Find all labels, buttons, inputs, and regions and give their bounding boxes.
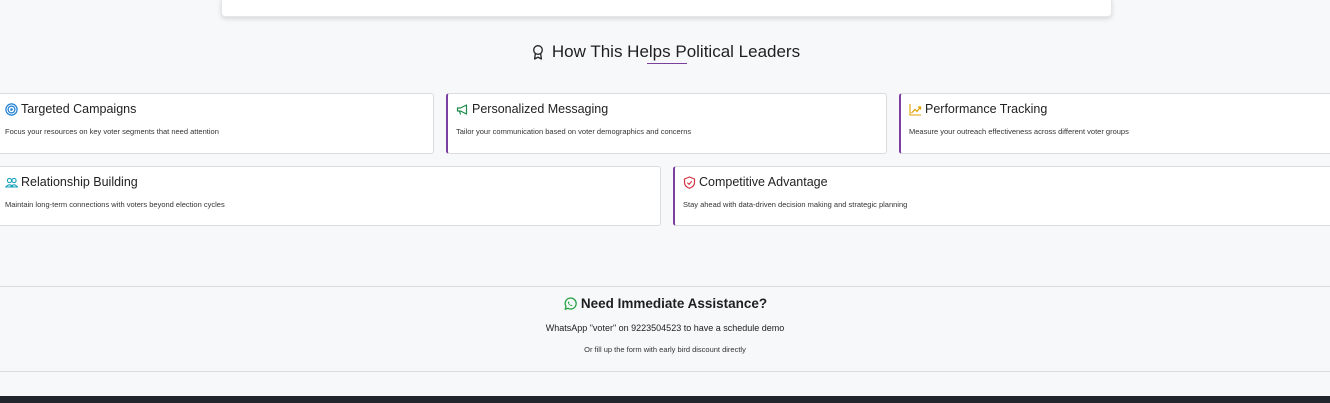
benefit-card-relationship-building: Relationship Building Maintain long-term… — [0, 166, 661, 226]
footer-bar — [0, 396, 1330, 403]
benefit-card-performance-tracking: Performance Tracking Measure your outrea… — [899, 93, 1330, 154]
assistance-title: Need Immediate Assistance? — [580, 296, 768, 311]
assistance-whatsapp-text: WhatsApp "voter" on 9223504523 to have a… — [545, 323, 785, 333]
card-title: Performance Tracking — [925, 102, 1048, 116]
title-underline — [647, 63, 687, 64]
benefit-card-competitive-advantage: Competitive Advantage Stay ahead with da… — [673, 166, 1330, 226]
card-description: Measure your outreach effectiveness acro… — [909, 127, 1129, 136]
previous-content-card — [221, 0, 1112, 17]
shield-icon — [683, 175, 696, 189]
trending-up-icon — [909, 103, 922, 116]
card-title: Personalized Messaging — [472, 102, 609, 116]
card-description: Tailor your communication based on voter… — [456, 127, 692, 136]
users-icon — [4, 176, 19, 189]
benefit-card-personalized-messaging: Personalized Messaging Tailor your commu… — [446, 93, 887, 154]
section-heading: How This Helps Political Leaders — [0, 42, 1330, 62]
benefit-card-targeted-campaigns: Targeted Campaigns Focus your resources … — [0, 93, 434, 154]
card-title: Targeted Campaigns — [21, 102, 137, 116]
section-title: How This Helps Political Leaders — [551, 42, 801, 61]
card-description: Focus your resources on key voter segmen… — [5, 127, 219, 136]
whatsapp-icon — [563, 296, 577, 311]
card-description: Stay ahead with data-driven decision mak… — [683, 200, 908, 209]
award-icon — [530, 44, 546, 60]
assistance-heading: Need Immediate Assistance? — [0, 296, 1330, 311]
assistance-section: Need Immediate Assistance? WhatsApp "vot… — [0, 286, 1330, 372]
card-title: Competitive Advantage — [699, 175, 828, 189]
megaphone-icon — [456, 103, 469, 116]
assistance-form-text: Or fill up the form with early bird disc… — [584, 345, 746, 354]
card-title: Relationship Building — [21, 175, 138, 189]
target-icon — [5, 102, 18, 116]
card-description: Maintain long-term connections with vote… — [5, 200, 225, 209]
